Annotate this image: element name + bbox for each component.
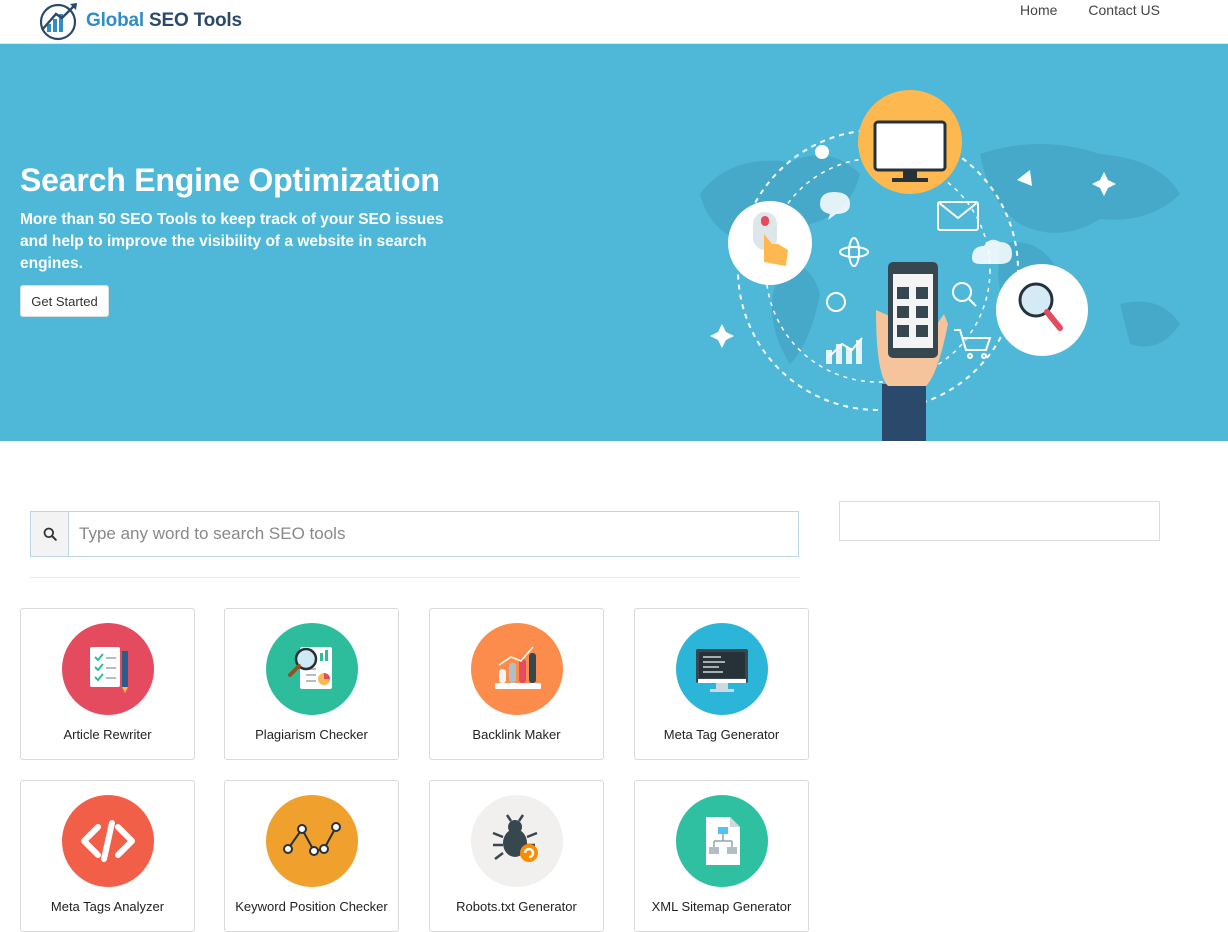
tool-card-label: Meta Tags Analyzer bbox=[50, 899, 165, 914]
tool-card-label: Backlink Maker bbox=[472, 727, 561, 742]
nav-home-link[interactable]: Home bbox=[1020, 2, 1057, 18]
sidebar-box bbox=[839, 501, 1160, 541]
tool-card-label: Article Rewriter bbox=[63, 727, 152, 742]
get-started-button[interactable]: Get Started bbox=[20, 285, 109, 317]
growth-chart-logo-icon bbox=[39, 3, 77, 41]
code-monitor-icon bbox=[676, 623, 768, 715]
tool-card-robots-txt-generator[interactable]: Robots.txt Generator bbox=[429, 780, 604, 932]
hero-subtitle: More than 50 SEO Tools to keep track of … bbox=[20, 211, 444, 272]
hero-banner: Search Engine Optimization More than 50 … bbox=[0, 44, 1228, 441]
tool-card-label: Plagiarism Checker bbox=[255, 727, 368, 742]
logo-text: Global SEO Tools bbox=[86, 10, 242, 32]
bug-icon bbox=[471, 795, 563, 887]
tool-card-plagiarism-checker[interactable]: Plagiarism Checker bbox=[224, 608, 399, 760]
logo-brand: Global bbox=[86, 10, 149, 31]
tool-card-meta-tags-analyzer[interactable]: Meta Tags Analyzer bbox=[20, 780, 195, 932]
bar-chart-icon bbox=[471, 623, 563, 715]
site-header: Global SEO Tools Home Contact US bbox=[0, 0, 1228, 44]
hero-title: Search Engine Optimization bbox=[20, 162, 440, 198]
seo-illustration-icon bbox=[700, 90, 1180, 441]
search-button[interactable] bbox=[31, 512, 69, 556]
search-input[interactable] bbox=[69, 512, 798, 556]
tool-card-label: Meta Tag Generator bbox=[663, 727, 780, 742]
line-graph-icon bbox=[266, 795, 358, 887]
main-nav: Home Contact US bbox=[1020, 2, 1160, 18]
nav-contact-link[interactable]: Contact US bbox=[1088, 2, 1160, 18]
magnifier-report-icon bbox=[266, 623, 358, 715]
tool-card-article-rewriter[interactable]: Article Rewriter bbox=[20, 608, 195, 760]
sitemap-file-icon bbox=[676, 795, 768, 887]
search-divider bbox=[30, 577, 800, 578]
tool-card-meta-tag-generator[interactable]: Meta Tag Generator bbox=[634, 608, 809, 760]
document-checklist-icon bbox=[62, 623, 154, 715]
search-icon bbox=[43, 527, 57, 541]
tool-card-xml-sitemap-generator[interactable]: XML Sitemap Generator bbox=[634, 780, 809, 932]
tool-card-label: XML Sitemap Generator bbox=[651, 899, 792, 914]
site-logo[interactable]: Global SEO Tools bbox=[36, 0, 242, 42]
tool-card-keyword-position-checker[interactable]: Keyword Position Checker bbox=[224, 780, 399, 932]
code-brackets-icon bbox=[62, 795, 154, 887]
tool-card-backlink-maker[interactable]: Backlink Maker bbox=[429, 608, 604, 760]
tool-card-label: Keyword Position Checker bbox=[235, 899, 388, 914]
logo-highlight: SEO Tools bbox=[149, 10, 242, 31]
tool-card-label: Robots.txt Generator bbox=[456, 899, 577, 914]
tool-search-bar bbox=[30, 511, 799, 557]
